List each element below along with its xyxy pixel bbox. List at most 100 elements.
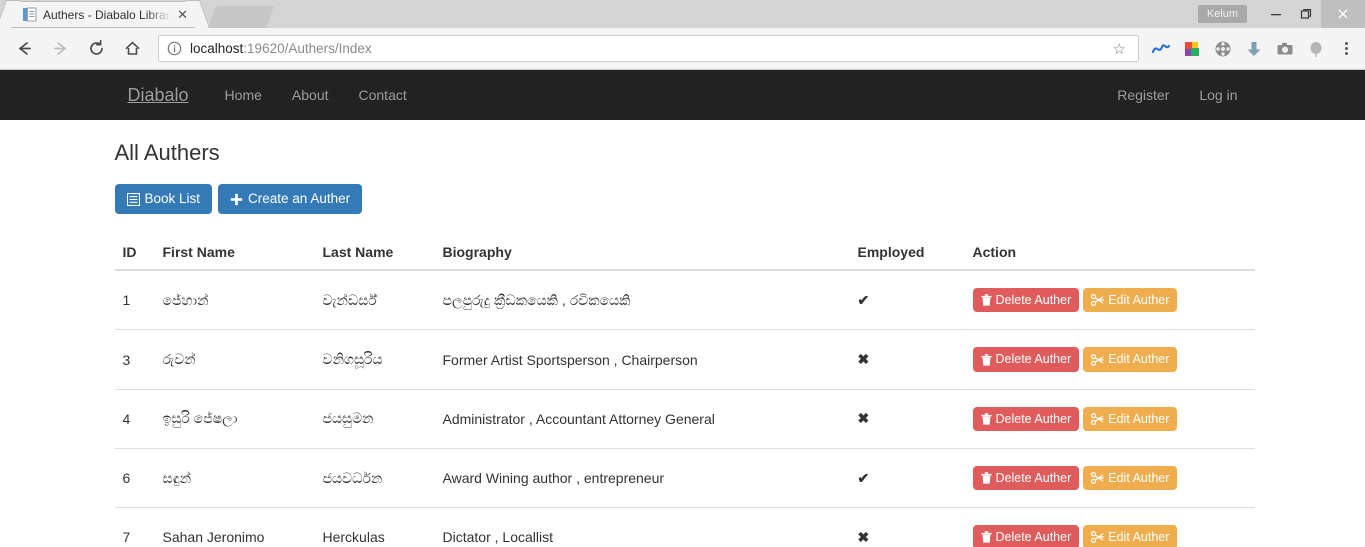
browser-tab[interactable]: Authers - Diabalo Library ✕ [8, 1, 198, 28]
address-url[interactable]: localhost:19620/Authers/Index [190, 41, 1109, 56]
nav-link-register[interactable]: Register [1102, 70, 1184, 120]
edit-scissors-icon [1091, 472, 1104, 485]
page-title: All Authers [114, 140, 220, 165]
nav-link-home[interactable]: Home [210, 70, 277, 120]
edit-auther-button[interactable]: Edit Auther [1083, 465, 1178, 491]
new-tab-button[interactable] [207, 6, 275, 28]
cell-first-name: රුවන් [154, 329, 315, 390]
edit-auther-button[interactable]: Edit Auther [1083, 406, 1178, 431]
table-row: 3 රුවන් වනිගසූරිය Former Artist Sportspe… [114, 329, 1255, 390]
cell-id: 3 [114, 329, 155, 390]
address-host: localhost [190, 41, 244, 56]
cell-employed: ✖ [849, 507, 965, 547]
page-favicon [22, 7, 37, 22]
column-header-biography: Biography [434, 236, 850, 272]
row-action-buttons: Delete Auther Edit Auther [972, 406, 1247, 431]
delete-auther-button[interactable]: Delete Auther [972, 347, 1080, 372]
balloon-icon[interactable] [1301, 34, 1330, 63]
window-maximize-button[interactable] [1291, 0, 1321, 28]
delete-auther-button[interactable]: Delete Auther [972, 465, 1080, 491]
window-close-button[interactable] [1321, 0, 1365, 28]
navbar-brand[interactable]: Diabalo [113, 70, 204, 120]
cell-employed: ✔ [857, 291, 870, 308]
forward-icon[interactable] [45, 34, 75, 64]
tampermonkey-icon[interactable] [1146, 34, 1175, 63]
cell-id: 4 [114, 388, 155, 449]
nav-link-contact[interactable]: Contact [344, 70, 422, 120]
delete-auther-label: Delete Auther [995, 411, 1072, 426]
create-auther-button-label: Create an Auther [248, 191, 351, 206]
home-icon[interactable] [117, 34, 147, 64]
colorful-extension-icon[interactable] [1177, 34, 1206, 63]
delete-auther-button[interactable]: Delete Auther [972, 288, 1080, 313]
cell-biography: Dictator , Locallist [434, 507, 850, 547]
nav-link-about[interactable]: About [277, 70, 344, 120]
browser-window: Authers - Diabalo Library ✕ Kelum localh… [0, 0, 1365, 547]
create-auther-button[interactable]: Create an Auther [218, 184, 363, 215]
cell-action: Delete Auther Edit Auther [965, 270, 1255, 330]
authers-table-head: ID First Name Last Name Biography Employ… [114, 236, 1255, 272]
window-user-label[interactable]: Kelum [1197, 5, 1247, 23]
info-circle-icon[interactable] [167, 41, 183, 56]
tab-close-icon[interactable]: ✕ [177, 8, 188, 21]
address-path: :19620/Authers/Index [243, 41, 372, 56]
navbar-auth-links: Register Log in [1102, 70, 1252, 120]
tab-strip: Authers - Diabalo Library ✕ [0, 0, 275, 28]
page-action-buttons: Book List Create an Auther [113, 184, 1253, 215]
page-viewport: Diabalo Home About Contact Register Log … [0, 70, 1365, 547]
cell-id: 1 [122, 292, 131, 309]
delete-auther-label: Delete Auther [995, 470, 1072, 485]
cell-last-name: Herckulas [314, 507, 435, 547]
address-bar[interactable]: localhost:19620/Authers/Index ☆ [158, 35, 1139, 62]
book-list-button[interactable]: Book List [114, 184, 213, 215]
film-reel-icon[interactable] [1208, 34, 1237, 63]
cell-id: 7 [114, 507, 155, 547]
cell-first-name: ඉසුරි ජේෂලා [154, 388, 315, 449]
cell-action: Delete Auther Edit Auther [964, 329, 1255, 390]
plus-icon [230, 193, 243, 206]
chrome-menu-icon[interactable] [1333, 34, 1359, 63]
delete-auther-button[interactable]: Delete Auther [972, 406, 1080, 431]
column-header-first-name: First Name [154, 236, 315, 272]
cell-last-name: වැන්ඩර්ස් [322, 291, 377, 308]
edit-auther-label: Edit Auther [1108, 530, 1170, 545]
edit-auther-label: Edit Auther [1108, 352, 1170, 367]
delete-auther-button[interactable]: Delete Auther [972, 525, 1080, 547]
book-list-button-label: Book List [144, 191, 201, 206]
extension-icons [1145, 34, 1359, 63]
back-icon[interactable] [9, 34, 39, 64]
edit-scissors-icon [1091, 531, 1104, 544]
download-arrow-icon[interactable] [1239, 34, 1268, 63]
edit-auther-label: Edit Auther [1108, 470, 1170, 485]
delete-auther-label: Delete Auther [995, 530, 1072, 545]
edit-auther-button[interactable]: Edit Auther [1083, 347, 1178, 372]
edit-scissors-icon [1091, 294, 1104, 307]
table-row: 7 Sahan Jeronimo Herckulas Dictator , Lo… [114, 507, 1255, 547]
list-icon [126, 192, 140, 206]
cell-last-name: ජයවර්ධන [314, 447, 435, 508]
authers-table: ID First Name Last Name Biography Employ… [114, 236, 1255, 547]
cell-action: Delete Auther Edit Auther [964, 447, 1255, 508]
edit-scissors-icon [1091, 412, 1104, 425]
delete-auther-label: Delete Auther [995, 293, 1072, 308]
row-action-buttons: Delete Auther Edit Auther [972, 465, 1247, 491]
edit-auther-label: Edit Auther [1108, 293, 1170, 308]
site-navbar: Diabalo Home About Contact Register Log … [0, 70, 1365, 120]
cell-first-name: ජේහාන් [162, 291, 209, 308]
window-controls: Kelum [1197, 0, 1365, 28]
nav-link-login[interactable]: Log in [1184, 70, 1252, 120]
bookmark-star-icon[interactable]: ☆ [1109, 40, 1130, 58]
table-header-row: ID First Name Last Name Biography Employ… [114, 236, 1255, 272]
trash-icon [980, 531, 992, 543]
trash-icon [980, 413, 992, 425]
camera-icon[interactable] [1270, 34, 1299, 63]
cell-id: 6 [114, 447, 155, 508]
column-header-id: ID [114, 236, 155, 272]
cell-biography: Award Wining author , entrepreneur [434, 447, 850, 508]
window-minimize-button[interactable] [1261, 0, 1291, 28]
edit-auther-button[interactable]: Edit Auther [1083, 288, 1178, 313]
cell-employed: ✖ [849, 329, 965, 390]
cell-employed: ✔ [849, 447, 965, 508]
edit-auther-button[interactable]: Edit Auther [1083, 525, 1178, 547]
reload-icon[interactable] [81, 34, 111, 64]
